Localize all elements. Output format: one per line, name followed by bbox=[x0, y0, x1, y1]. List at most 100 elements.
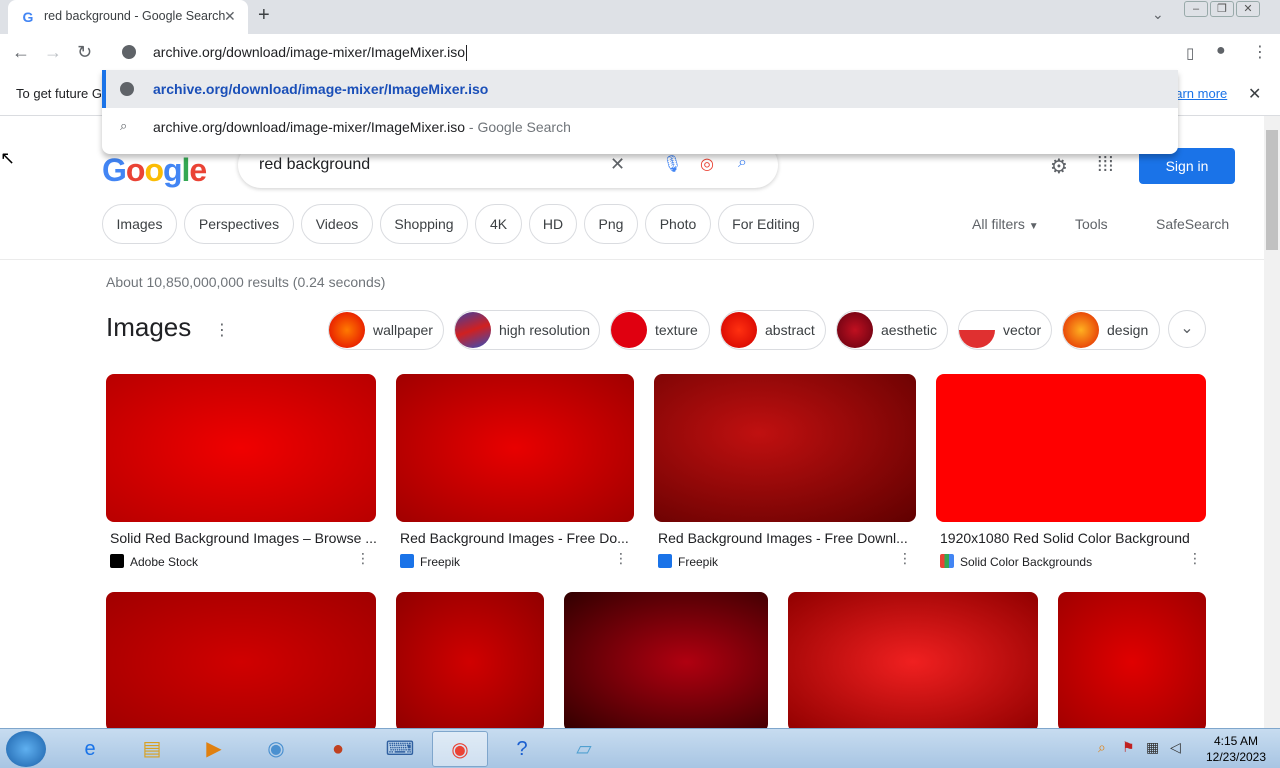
result-title[interactable]: 1920x1080 Red Solid Color Background bbox=[940, 530, 1206, 546]
result-source[interactable]: Solid Color Backgrounds bbox=[940, 554, 1092, 569]
dropdown-arrow-icon: ▼ bbox=[1028, 221, 1039, 232]
gear-icon[interactable]: ⚙ bbox=[1050, 154, 1068, 179]
search-query[interactable]: red background bbox=[259, 156, 370, 174]
freepik-logo-icon bbox=[400, 554, 414, 568]
related-chip-high-resolution[interactable]: high resolution bbox=[454, 310, 600, 350]
chip-shopping[interactable]: Shopping bbox=[380, 204, 468, 244]
omnibox[interactable]: archive.org/download/image-mixer/ImageMi… bbox=[102, 34, 1178, 70]
result-source[interactable]: Freepik bbox=[400, 554, 460, 569]
related-chip-design[interactable]: design bbox=[1062, 310, 1160, 350]
more-options-icon[interactable]: ⋮ bbox=[614, 550, 628, 567]
chip-thumbnail bbox=[611, 312, 647, 348]
related-chip-wallpaper[interactable]: wallpaper bbox=[328, 310, 444, 350]
chip-label: vector bbox=[1003, 322, 1042, 338]
more-options-icon[interactable]: ⋮ bbox=[356, 550, 370, 567]
related-chip-texture[interactable]: texture bbox=[610, 310, 710, 350]
related-chip-vector[interactable]: vector bbox=[958, 310, 1052, 350]
omnibox-input[interactable]: archive.org/download/image-mixer/ImageMi… bbox=[153, 44, 468, 62]
result-image[interactable] bbox=[106, 592, 376, 728]
result-image[interactable] bbox=[1058, 592, 1206, 728]
close-window-button[interactable]: ✕ bbox=[1236, 1, 1260, 17]
result-title[interactable]: Solid Red Background Images – Browse ... bbox=[110, 530, 376, 546]
result-image[interactable] bbox=[396, 592, 544, 728]
lens-icon[interactable]: ◎ bbox=[700, 154, 714, 174]
microphone-icon[interactable]: 🎙 bbox=[662, 154, 682, 174]
action-center-icon[interactable]: ⚑ bbox=[1122, 739, 1135, 756]
chip-4k[interactable]: 4K bbox=[475, 204, 522, 244]
chevron-down-icon[interactable]: ⌄ bbox=[1168, 310, 1206, 348]
safesearch-button[interactable]: SafeSearch bbox=[1156, 216, 1229, 232]
related-chip-abstract[interactable]: abstract bbox=[720, 310, 826, 350]
back-arrow-icon[interactable]: ← bbox=[12, 42, 30, 63]
result-image[interactable] bbox=[654, 374, 916, 522]
internet-explorer-icon[interactable]: e bbox=[62, 731, 118, 767]
freepik-logo-icon bbox=[658, 554, 672, 568]
forward-arrow-icon[interactable]: → bbox=[44, 42, 62, 63]
chip-thumbnail bbox=[1063, 312, 1099, 348]
result-source[interactable]: Freepik bbox=[658, 554, 718, 569]
google-logo[interactable]: Google bbox=[102, 152, 207, 189]
chip-hd[interactable]: HD bbox=[529, 204, 577, 244]
clear-icon[interactable]: ✕ bbox=[610, 154, 625, 175]
tab-search-chevron-icon[interactable]: ⌄ bbox=[1152, 6, 1164, 23]
chip-photo[interactable]: Photo bbox=[645, 204, 711, 244]
side-panel-icon[interactable]: ▯ bbox=[1186, 44, 1194, 62]
window-app-icon[interactable]: ▱ bbox=[556, 731, 612, 767]
result-source[interactable]: Adobe Stock bbox=[110, 554, 198, 569]
tab-google-search[interactable]: G red background - Google Search ✕ bbox=[8, 0, 248, 34]
volume-muted-icon[interactable]: ◁ bbox=[1170, 739, 1181, 756]
all-filters-button[interactable]: All filters ▼ bbox=[972, 216, 1039, 232]
tab-close-icon[interactable]: ✕ bbox=[224, 8, 236, 25]
chip-png[interactable]: Png bbox=[584, 204, 638, 244]
result-title[interactable]: Red Background Images - Free Do... bbox=[400, 530, 634, 546]
firefox-icon[interactable]: ● bbox=[310, 731, 366, 767]
result-image[interactable] bbox=[788, 592, 1038, 728]
suggestion-search[interactable]: ⌕ archive.org/download/image-mixer/Image… bbox=[102, 108, 1178, 146]
system-clock[interactable]: 4:15 AM 12/23/2023 bbox=[1200, 733, 1272, 765]
scrollbar-thumb[interactable] bbox=[1266, 130, 1278, 250]
result-image[interactable] bbox=[564, 592, 768, 728]
help-icon[interactable]: ? bbox=[494, 731, 550, 767]
more-options-icon[interactable]: ⋮ bbox=[1188, 550, 1202, 567]
chrome-icon[interactable]: ◉ bbox=[432, 731, 488, 767]
result-image[interactable] bbox=[936, 374, 1206, 522]
globe-icon bbox=[122, 45, 136, 59]
keyboard-icon[interactable]: ⌨ bbox=[372, 731, 428, 767]
network-icon[interactable]: ▦ bbox=[1146, 739, 1159, 756]
minimize-button[interactable]: – bbox=[1184, 1, 1208, 17]
chromium-icon[interactable]: ◉ bbox=[248, 731, 304, 767]
close-icon[interactable]: ✕ bbox=[1248, 84, 1261, 104]
kebab-menu-icon[interactable]: ⋮ bbox=[1252, 42, 1268, 62]
media-player-icon[interactable]: ▶ bbox=[186, 731, 242, 767]
profile-avatar-icon[interactable]: ● bbox=[1216, 42, 1226, 60]
chip-images[interactable]: Images bbox=[102, 204, 177, 244]
suggestion-url[interactable]: archive.org/download/image-mixer/ImageMi… bbox=[102, 70, 1178, 108]
chip-label: aesthetic bbox=[881, 322, 938, 338]
result-image[interactable] bbox=[396, 374, 634, 522]
related-chip-aesthetic[interactable]: aesthetic bbox=[836, 310, 948, 350]
maximize-button[interactable]: ❐ bbox=[1210, 1, 1234, 17]
suggestion-suffix: - Google Search bbox=[465, 119, 571, 135]
windows-taskbar: e ▤ ▶ ◉ ● ⌨ ◉ ? ▱ ⌕ ⚑ ▦ ◁ 4:15 AM 12/23/… bbox=[0, 728, 1280, 768]
new-tab-button[interactable]: + bbox=[258, 4, 270, 27]
apps-grid-icon[interactable]: ⁞⁞⁞ bbox=[1097, 154, 1114, 177]
page-scrollbar[interactable] bbox=[1264, 116, 1280, 728]
chip-perspectives[interactable]: Perspectives bbox=[184, 204, 294, 244]
file-explorer-icon[interactable]: ▤ bbox=[124, 731, 180, 767]
all-filters-label: All filters bbox=[972, 216, 1025, 232]
chip-for-editing[interactable]: For Editing bbox=[718, 204, 814, 244]
start-button[interactable] bbox=[6, 731, 46, 767]
reload-icon[interactable]: ↻ bbox=[77, 42, 92, 63]
more-options-icon[interactable]: ⋮ bbox=[898, 550, 912, 567]
result-image[interactable] bbox=[106, 374, 376, 522]
result-title[interactable]: Red Background Images - Free Downl... bbox=[658, 530, 916, 546]
chip-videos[interactable]: Videos bbox=[301, 204, 373, 244]
search-tray-icon[interactable]: ⌕ bbox=[1098, 739, 1106, 756]
omnibox-suggestions: archive.org/download/image-mixer/ImageMi… bbox=[102, 70, 1178, 154]
more-options-icon[interactable]: ⋮ bbox=[214, 320, 230, 340]
tools-button[interactable]: Tools bbox=[1075, 216, 1108, 232]
globe-icon bbox=[120, 82, 134, 96]
google-favicon-icon: G bbox=[22, 9, 34, 25]
chip-thumbnail bbox=[455, 312, 491, 348]
search-icon[interactable]: ⌕ bbox=[738, 154, 747, 172]
